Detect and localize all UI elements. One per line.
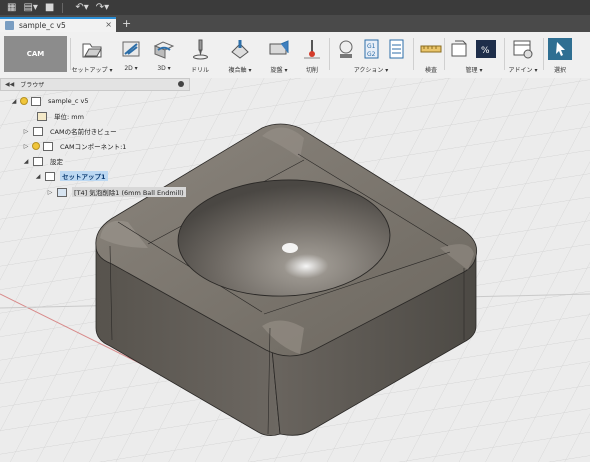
- toolbar-divider: [62, 2, 64, 13]
- new-tab-button[interactable]: +: [122, 17, 131, 30]
- cutting-label: 切削: [305, 67, 318, 74]
- browser-title: ブラウザ: [20, 82, 45, 89]
- tree-item-cam-component[interactable]: ▷ CAMコンポーネント:1: [22, 140, 129, 152]
- ribbon-divider: [444, 38, 445, 70]
- tree-item-label: sample_c v5: [46, 97, 91, 105]
- tree-item-label: CAMコンポーネント:1: [58, 141, 129, 151]
- 2d-icon: [122, 41, 140, 57]
- workspace-switcher[interactable]: CAM: [4, 36, 67, 72]
- tree-item-label: 単位: mm: [52, 111, 86, 121]
- app-toolbar: ▦ ▤▾ ■ ↶▾ ↷▾: [0, 0, 590, 15]
- collapse-icon[interactable]: ◀◀: [5, 81, 14, 88]
- document-icon: [31, 96, 41, 106]
- multiaxis-icon: [231, 40, 249, 59]
- svg-text:G2: G2: [367, 51, 376, 58]
- redo-icon[interactable]: ↷▾: [96, 0, 109, 15]
- addins-icon: [513, 40, 533, 59]
- expand-right-icon[interactable]: ▷: [46, 189, 54, 196]
- undo-icon[interactable]: ↶▾: [75, 0, 88, 15]
- tree-item-label: 設定: [48, 156, 65, 166]
- tree-item-settings[interactable]: ◢ 設定: [22, 155, 65, 167]
- tree-item-setup1[interactable]: ◢ セットアップ1: [34, 170, 108, 182]
- svg-text:%: %: [481, 46, 490, 56]
- addins-label: アドイン ▾: [508, 67, 538, 74]
- 2d-label: 2D ▾: [124, 65, 138, 72]
- setup-group[interactable]: セットアップ ▾: [72, 34, 112, 76]
- units-icon: [37, 111, 47, 121]
- drill-label: ドリル: [190, 67, 209, 74]
- select-icon: [548, 38, 572, 60]
- document-tabbar: sample_c v5 × +: [0, 15, 590, 32]
- tree-item-named-views[interactable]: ▷ CAMの名前付きビュー: [22, 125, 119, 137]
- turning-icon: [269, 40, 289, 55]
- svg-text:G1: G1: [367, 43, 376, 50]
- 2d-group[interactable]: 2D ▾: [117, 34, 145, 76]
- inspect-label: 検査: [424, 67, 437, 74]
- visibility-bulb-icon[interactable]: [20, 97, 28, 105]
- document-icon: [5, 21, 14, 30]
- pin-icon[interactable]: [178, 81, 184, 87]
- folder-icon: [33, 126, 43, 136]
- expand-right-icon[interactable]: ▷: [22, 128, 30, 135]
- turning-label: 旋盤 ▾: [270, 67, 288, 74]
- save-icon[interactable]: ■: [45, 0, 54, 15]
- tree-item-operation[interactable]: ▷ [T4] 気泡削除1 (6mm Ball Endmill): [46, 186, 186, 198]
- manage-group[interactable]: % 管理 ▾: [446, 34, 502, 76]
- ribbon-divider: [504, 38, 505, 70]
- tree-item-label: CAMの名前付きビュー: [48, 126, 119, 136]
- browser-panel: ◀◀ ブラウザ ◢ sample_c v5 単位: mm ▷ CAMの名前付きビ…: [0, 78, 190, 203]
- ribbon-divider: [543, 38, 544, 70]
- tree-item-document[interactable]: ◢ sample_c v5: [10, 95, 91, 107]
- multiaxis-group[interactable]: 複合軸 ▾: [223, 34, 257, 76]
- manage-icons: %: [451, 40, 496, 58]
- tree-item-label: [T4] 気泡削除1 (6mm Ball Endmill): [72, 187, 186, 197]
- tree-item-units[interactable]: 単位: mm: [26, 110, 86, 122]
- cutting-group[interactable]: 切削: [299, 34, 325, 76]
- 3d-group[interactable]: 3D ▾: [150, 34, 178, 76]
- document-tab[interactable]: sample_c v5 ×: [0, 17, 116, 32]
- expand-down-icon[interactable]: ◢: [10, 98, 18, 105]
- setup-icon: [82, 43, 102, 58]
- ribbon-divider: [413, 38, 414, 70]
- component-icon: [43, 141, 53, 151]
- manage-label: 管理 ▾: [465, 67, 483, 74]
- settings-folder-icon: [33, 156, 43, 166]
- 3d-label: 3D ▾: [157, 65, 171, 72]
- browser-header[interactable]: ◀◀ ブラウザ: [0, 78, 190, 91]
- expand-down-icon[interactable]: ◢: [22, 158, 30, 165]
- setup-icon: [45, 171, 55, 181]
- visibility-bulb-icon[interactable]: [32, 142, 40, 150]
- close-tab-icon[interactable]: ×: [105, 20, 112, 29]
- addins-group[interactable]: アドイン ▾: [506, 34, 540, 76]
- cutting-icon: [304, 40, 320, 59]
- tree-item-label: セットアップ1: [60, 171, 108, 181]
- ribbon-toolbar: CAM セットアップ ▾ 2D ▾ 3D ▾ ドリル 複合軸 ▾ 旋盤 ▾ 切削…: [0, 32, 590, 79]
- drill-group[interactable]: ドリル: [186, 34, 214, 76]
- file-menu-icon[interactable]: ▤▾: [23, 0, 37, 15]
- expand-right-icon[interactable]: ▷: [22, 143, 30, 150]
- toolpath-icon: [57, 187, 67, 197]
- drill-icon: [193, 39, 208, 60]
- inspect-group[interactable]: 検査: [416, 34, 446, 76]
- setup-label: セットアップ ▾: [71, 67, 113, 74]
- expand-down-icon[interactable]: ◢: [34, 173, 42, 180]
- inspect-icon: [420, 45, 442, 53]
- apps-grid-icon[interactable]: ▦: [7, 0, 16, 15]
- multiaxis-label: 複合軸 ▾: [228, 67, 252, 74]
- 3d-icon: [153, 41, 175, 59]
- select-label: 選択: [553, 67, 566, 74]
- ribbon-divider: [329, 38, 330, 70]
- actions-label: アクション ▾: [353, 67, 389, 74]
- document-tab-title: sample_c v5: [19, 21, 66, 30]
- actions-group[interactable]: G1 G2 アクション ▾: [331, 34, 411, 76]
- actions-icons: G1G2: [339, 39, 404, 59]
- select-group[interactable]: 選択: [546, 34, 574, 76]
- turning-group[interactable]: 旋盤 ▾: [264, 34, 294, 76]
